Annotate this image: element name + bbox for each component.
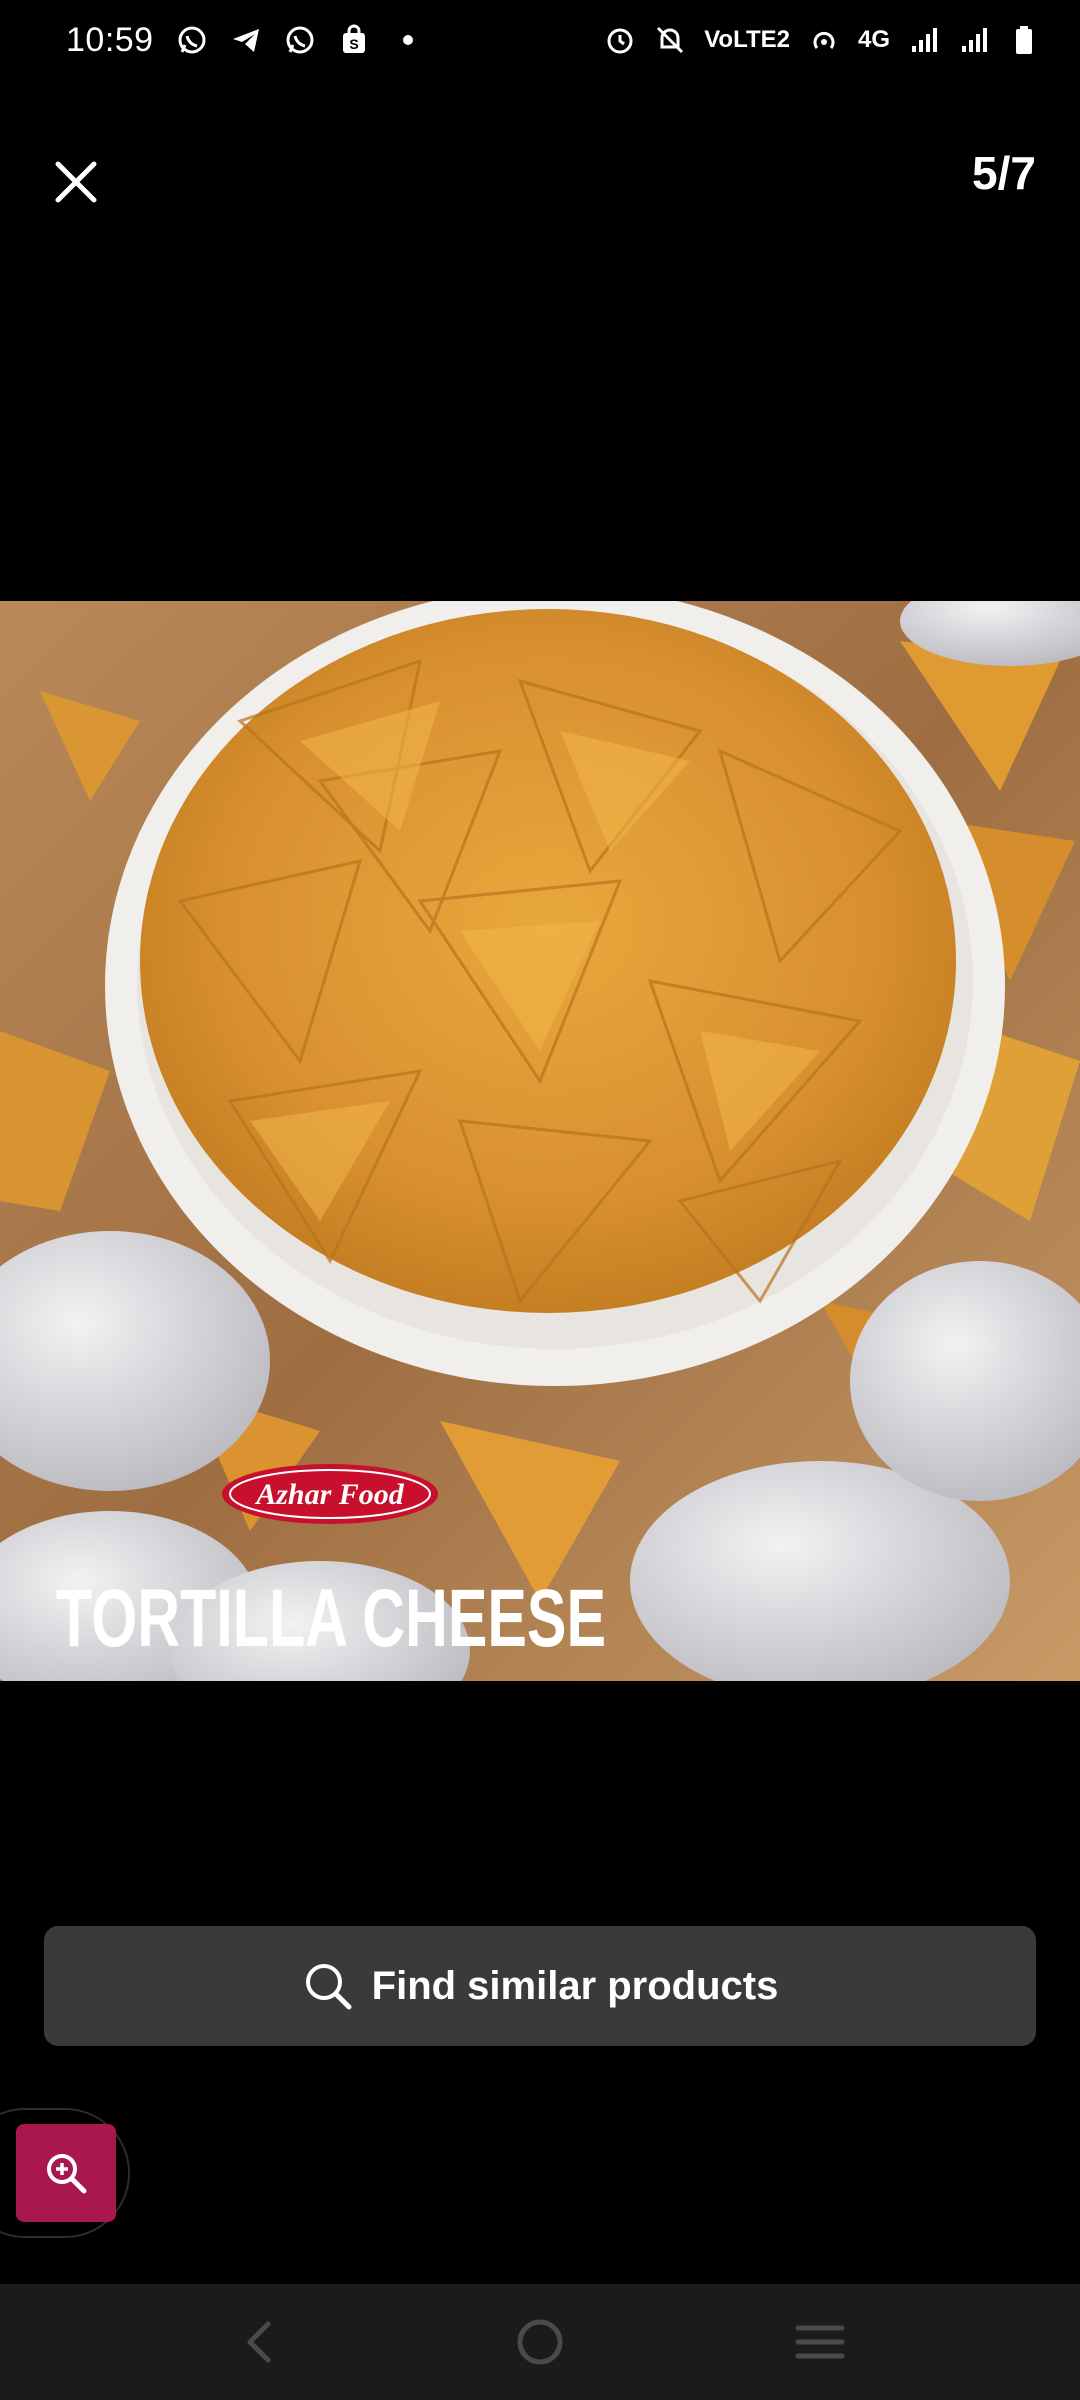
home-icon <box>517 2319 563 2365</box>
telegram-icon <box>230 24 262 56</box>
signal-icon <box>908 24 940 56</box>
status-left: 10:59 S <box>66 21 424 60</box>
status-right: VoLTE2 4G <box>604 24 1040 56</box>
zoom-in-icon <box>47 2154 87 2194</box>
hotspot-icon <box>808 24 840 56</box>
find-similar-label: Find similar products <box>371 1963 779 2008</box>
battery-icon <box>1008 24 1040 56</box>
alarm-icon <box>604 24 636 56</box>
recents-button[interactable] <box>780 2302 860 2382</box>
volte-label: VoLTE2 <box>704 26 790 53</box>
image-counter: 5/7 <box>972 147 1036 199</box>
status-time: 10:59 <box>66 20 154 59</box>
network-label: 4G <box>857 26 890 53</box>
close-button[interactable] <box>44 150 108 214</box>
home-button[interactable] <box>500 2302 580 2382</box>
zoom-button[interactable] <box>16 2124 116 2222</box>
back-icon <box>247 2321 271 2363</box>
whatsapp-icon <box>284 24 316 56</box>
recents-icon <box>795 2325 845 2359</box>
image-viewer-screen: 10:59 S VoLTE2 4G 5/7 Azhar Food TORTILL… <box>0 0 1080 2400</box>
svg-text:S: S <box>349 36 358 52</box>
system-nav-bar <box>0 2284 1080 2400</box>
bell-off-icon <box>654 24 686 56</box>
status-bar: 10:59 S VoLTE2 4G <box>0 0 1080 80</box>
product-image[interactable]: Azhar Food TORTILLA CHEESE <box>0 601 1080 1681</box>
back-button[interactable] <box>220 2302 300 2382</box>
find-similar-button[interactable]: Find similar products <box>44 1926 1036 2046</box>
signal-icon <box>958 24 990 56</box>
search-icon <box>305 1964 352 2010</box>
shopping-bag-icon: S <box>338 24 370 56</box>
brand-badge-text: Azhar Food <box>254 1478 405 1511</box>
whatsapp-icon <box>176 24 208 56</box>
close-icon <box>55 161 97 203</box>
dot-icon <box>392 24 424 56</box>
product-caption: TORTILLA CHEESE <box>56 1573 606 1664</box>
